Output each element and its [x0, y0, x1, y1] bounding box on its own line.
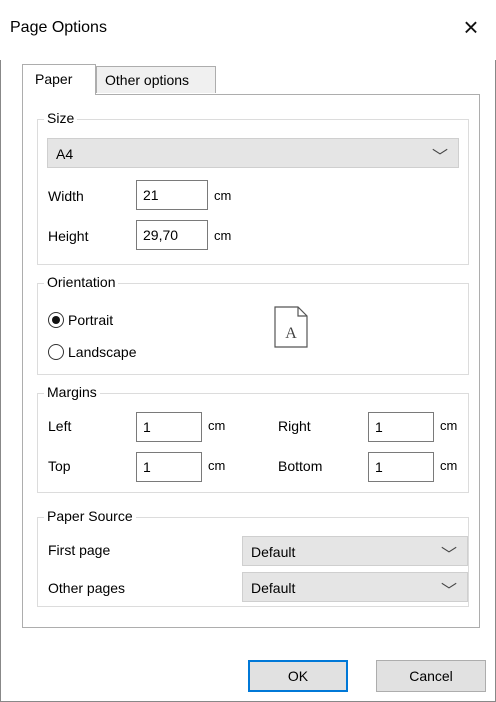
paper-source-group: Paper Source First page Default ﹀ Other …	[37, 508, 469, 607]
other-pages-label: Other pages	[48, 580, 126, 596]
other-pages-value: Default	[251, 580, 296, 596]
margin-top-label: Top	[48, 458, 71, 474]
tab-paper[interactable]: Paper	[22, 64, 96, 95]
margin-left-field[interactable]: 1	[136, 412, 202, 442]
landscape-radio[interactable]	[48, 344, 64, 360]
margin-left-unit: cm	[208, 418, 226, 433]
tab-other-options[interactable]: Other options	[96, 66, 216, 93]
portrait-radio[interactable]	[48, 312, 64, 328]
height-field[interactable]: 29,70	[136, 220, 208, 250]
first-page-select[interactable]: Default ﹀	[242, 536, 468, 566]
other-pages-select[interactable]: Default ﹀	[242, 572, 468, 602]
orientation-group: Orientation Portrait Landscape A	[37, 274, 469, 375]
chevron-down-icon: ﹀	[431, 149, 448, 166]
chevron-down-icon: ﹀	[440, 583, 457, 600]
first-page-label: First page	[48, 542, 111, 558]
page-preview-icon: A	[274, 306, 308, 348]
paper-tab-panel: Size A4 ﹀ Width 21 cm Height 29,70 cm Or…	[22, 94, 480, 628]
landscape-label[interactable]: Landscape	[68, 344, 137, 360]
title-bar: Page Options ×	[0, 0, 496, 60]
paper-source-legend: Paper Source	[44, 508, 136, 524]
ok-button[interactable]: OK	[248, 660, 348, 692]
orientation-legend: Orientation	[44, 274, 119, 290]
margins-legend: Margins	[44, 384, 100, 400]
chevron-down-icon: ﹀	[440, 547, 457, 564]
page-preview-letter: A	[285, 325, 297, 342]
margin-right-unit: cm	[440, 418, 458, 433]
margin-bottom-label: Bottom	[278, 458, 323, 474]
dialog-title: Page Options	[10, 19, 107, 36]
paper-size-select[interactable]: A4 ﹀	[47, 138, 459, 168]
first-page-value: Default	[251, 544, 296, 560]
cancel-button[interactable]: Cancel	[376, 660, 486, 692]
close-icon[interactable]: ×	[456, 12, 486, 42]
margin-bottom-field[interactable]: 1	[368, 452, 434, 482]
size-legend: Size	[44, 110, 78, 126]
height-label: Height	[48, 228, 89, 244]
paper-size-value: A4	[56, 146, 74, 162]
margin-right-field[interactable]: 1	[368, 412, 434, 442]
margin-bottom-unit: cm	[440, 458, 458, 473]
margin-top-unit: cm	[208, 458, 226, 473]
size-group: Size A4 ﹀ Width 21 cm Height 29,70 cm	[37, 110, 469, 265]
width-unit: cm	[214, 188, 232, 203]
width-field[interactable]: 21	[136, 180, 208, 210]
portrait-label[interactable]: Portrait	[68, 312, 113, 328]
margin-right-label: Right	[278, 418, 311, 434]
margin-top-field[interactable]: 1	[136, 452, 202, 482]
margin-left-label: Left	[48, 418, 72, 434]
width-label: Width	[48, 188, 84, 204]
height-unit: cm	[214, 228, 232, 243]
margins-group: Margins Left 1 cm Right 1 cm Top 1 cm Bo…	[37, 384, 469, 493]
